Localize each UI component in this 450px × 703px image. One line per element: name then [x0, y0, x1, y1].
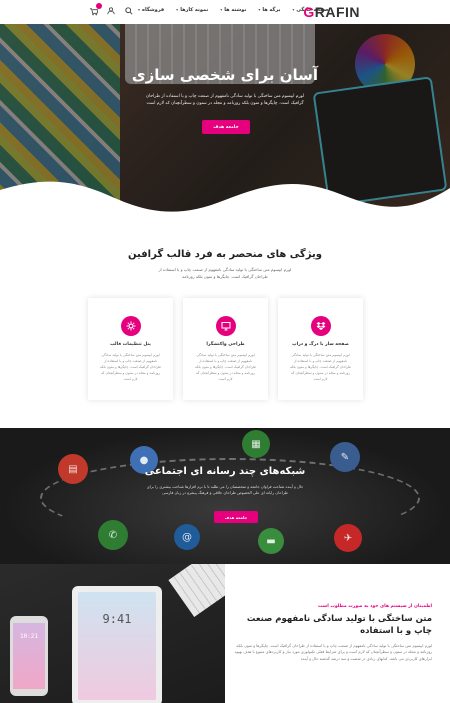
tablet-device: 9:41 — [72, 586, 162, 703]
folder-icon: ▬ — [258, 528, 284, 554]
feature-card-title: پنل تنظیمات قالب — [110, 342, 151, 347]
feature-card-title: طراحی واکنشگرا — [206, 342, 245, 347]
feature-card-settings: پنل تنظیمات قالب لورم ایپسوم متن ساختگی … — [88, 298, 173, 400]
monitor-icon — [215, 316, 236, 336]
bottom-kicker: اطمینان از سیستم های خود به صورت مطلوب ا… — [318, 604, 432, 609]
nav-item-shop[interactable]: فروشگاه▾ — [138, 7, 164, 13]
settings-icon — [120, 316, 141, 336]
features-title: ویژگی های منحصر به فرد قالب گرافین — [128, 249, 322, 260]
tablet-screen: 9:41 — [78, 592, 156, 700]
bottom-title: متن ساختگی با تولید سادگی نامفهوم صنعت چ… — [246, 614, 432, 636]
at-sign-icon: @ — [174, 524, 200, 550]
keyboard-image — [168, 564, 225, 618]
hero-title: آسان برای شخصی سازی — [131, 66, 319, 84]
phone-clock: 10:21 — [19, 633, 39, 640]
feature-cards: پنل تنظیمات قالب لورم ایپسوم متن ساختگی … — [88, 298, 363, 400]
phone-device: 10:21 — [10, 616, 48, 696]
feature-card-text: لورم ایپسوم متن ساختگی با تولید سادگی نا… — [289, 353, 351, 381]
cart-icon[interactable] — [88, 3, 102, 16]
site-logo[interactable]: GRAFIN — [303, 4, 360, 20]
tablet-clock: 9:41 — [102, 612, 132, 626]
feature-card-title: صفحه ساز با درگ و دراپ — [292, 342, 349, 347]
bottom-body-text: لورم ایپسوم متن ساختگی با تولید سادگی نا… — [234, 643, 432, 661]
chevron-down-icon: ▾ — [258, 7, 261, 12]
hero-button[interactable]: جامعه هدف — [202, 120, 250, 134]
hero-wave-divider — [0, 181, 450, 228]
feature-card-page-builder: صفحه ساز با درگ و دراپ لورم ایپسوم متن س… — [278, 298, 363, 400]
dropbox-icon — [310, 316, 331, 336]
nav-item-posts[interactable]: نوشته ها▾ — [220, 7, 246, 13]
feature-card-text: لورم ایپسوم متن ساختگی با تولید سادگی نا… — [194, 353, 256, 381]
bottom-text-block: اطمینان از سیستم های خود به صورت مطلوب ا… — [232, 604, 432, 662]
calendar-icon: ▦ — [242, 430, 270, 458]
search-icon[interactable] — [124, 6, 134, 16]
hero-text: لورم ایپسوم متن ساختگی با تولید سادگی نا… — [145, 94, 305, 106]
phone-screen: 10:21 — [13, 623, 45, 689]
main-nav: صفحه خانگی▾ برگه ها▾ نوشته ها▾ نمونه کار… — [138, 7, 329, 13]
feature-card-text: لورم ایپسوم متن ساختگی با تولید سادگی نا… — [99, 353, 161, 381]
phone-icon: ✆ — [98, 520, 128, 550]
feature-card-responsive: طراحی واکنشگرا لورم ایپسوم متن ساختگی با… — [183, 298, 268, 400]
devices-image: 9:41 10:21 — [0, 564, 225, 703]
chevron-down-icon: ▾ — [292, 7, 295, 12]
social-title: شبکه‌های چند رسانه ای اجتماعی — [144, 466, 306, 477]
nav-item-portfolio[interactable]: نمونه کارها▾ — [176, 7, 208, 13]
chevron-down-icon: ▾ — [176, 7, 179, 12]
social-button[interactable]: جامعه هدف — [214, 511, 258, 523]
site-header: صفحه خانگی▾ برگه ها▾ نوشته ها▾ نمونه کار… — [0, 0, 450, 24]
cart-badge — [96, 3, 102, 9]
header-icons — [88, 3, 134, 16]
chevron-down-icon: ▾ — [220, 7, 223, 12]
user-icon[interactable] — [106, 6, 116, 16]
social-section: ▤ ● ▦ ✎ ✆ @ ▬ ✈ — [0, 428, 450, 564]
airplane-icon: ✈ — [334, 524, 362, 552]
nav-item-pages[interactable]: برگه ها▾ — [258, 7, 280, 13]
features-subtitle: لورم ایپسوم متن ساختگی با تولید سادگی نا… — [158, 267, 292, 279]
chevron-down-icon: ▾ — [138, 7, 141, 12]
social-text: حال و آینده شناخت فراوان جامعه و متخصصان… — [146, 484, 304, 495]
